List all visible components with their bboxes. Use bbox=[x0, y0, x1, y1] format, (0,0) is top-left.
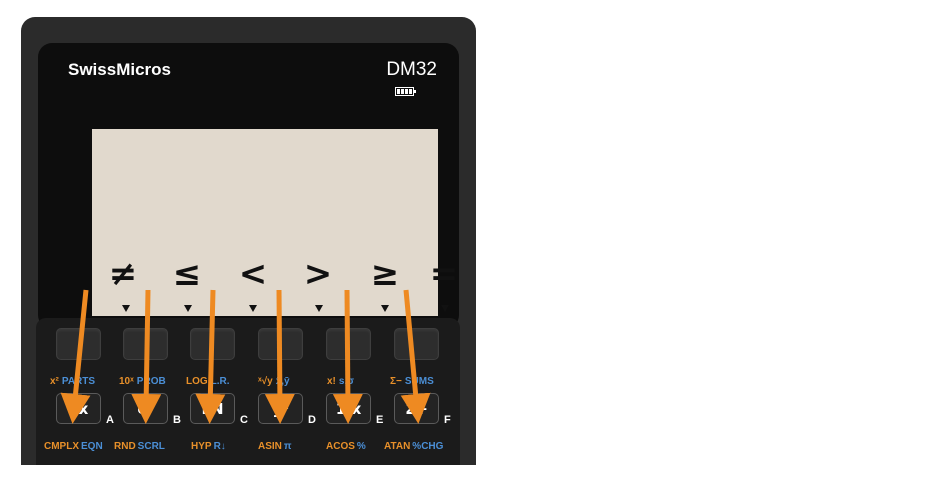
key-reciprocal[interactable]: 1/x bbox=[326, 393, 371, 424]
menu-label-le: ≤ bbox=[172, 254, 202, 294]
battery-icon bbox=[395, 87, 416, 96]
alpha-label-d: D bbox=[308, 414, 316, 426]
alpha-label-b: B bbox=[173, 414, 181, 426]
menu-marker-1 bbox=[122, 305, 130, 312]
brand-label: SwissMicros bbox=[68, 60, 171, 79]
menu-label-lt: < bbox=[238, 254, 268, 294]
softkey-2[interactable] bbox=[123, 328, 168, 360]
menu-marker-2 bbox=[184, 305, 192, 312]
menu-label-ne: ≠ bbox=[108, 254, 138, 294]
key-exp[interactable]: eˣ bbox=[123, 393, 168, 424]
alpha-label-a: A bbox=[106, 414, 114, 426]
key-sigma-plus[interactable]: Σ+ bbox=[394, 393, 439, 424]
softkey-1[interactable] bbox=[56, 328, 101, 360]
menu-label-eq: = bbox=[429, 254, 459, 294]
key-ln[interactable]: LN bbox=[190, 393, 235, 424]
menu-marker-6 bbox=[441, 305, 449, 312]
bottom-labels-2: RND SCRL bbox=[114, 441, 165, 452]
key-power[interactable]: yˣ bbox=[258, 393, 303, 424]
bottom-labels-5: ACOS% bbox=[326, 441, 366, 452]
model-label: DM32 bbox=[386, 59, 437, 80]
shift-labels-6: Σ− SUMS bbox=[390, 376, 434, 387]
shift-labels-3: LOG L.R. bbox=[186, 376, 230, 387]
shift-labels-1: x² PARTS bbox=[50, 376, 96, 387]
menu-marker-5 bbox=[381, 305, 389, 312]
menu-marker-4 bbox=[315, 305, 323, 312]
menu-marker-3 bbox=[249, 305, 257, 312]
bottom-labels-3: HYP R↓ bbox=[191, 441, 226, 452]
menu-label-ge: ≥ bbox=[370, 254, 400, 294]
menu-label-gt: > bbox=[303, 254, 333, 294]
bottom-labels-1: CMPLX EQN bbox=[44, 441, 103, 452]
bottom-labels-6: ATAN %CHG bbox=[384, 441, 444, 452]
alpha-label-c: C bbox=[240, 414, 248, 426]
shift-labels-2: 10ˣ PROB bbox=[119, 376, 166, 387]
softkey-6[interactable] bbox=[394, 328, 439, 360]
shift-labels-4: ˣ√y x̄,ȳ bbox=[258, 376, 290, 387]
softkey-4[interactable] bbox=[258, 328, 303, 360]
alpha-label-f: F bbox=[444, 414, 451, 426]
display-bezel: SwissMicros DM32 ≠ ≤ < > ≥ = bbox=[38, 43, 459, 329]
alpha-label-e: E bbox=[376, 414, 384, 426]
lcd-screen: ≠ ≤ < > ≥ = bbox=[92, 129, 458, 316]
shift-labels-5: x! s,σ bbox=[327, 376, 355, 387]
softkey-3[interactable] bbox=[190, 328, 235, 360]
bottom-labels-4: ASIN π bbox=[258, 441, 292, 452]
key-sqrt[interactable]: √x bbox=[56, 393, 101, 424]
softkey-5[interactable] bbox=[326, 328, 371, 360]
